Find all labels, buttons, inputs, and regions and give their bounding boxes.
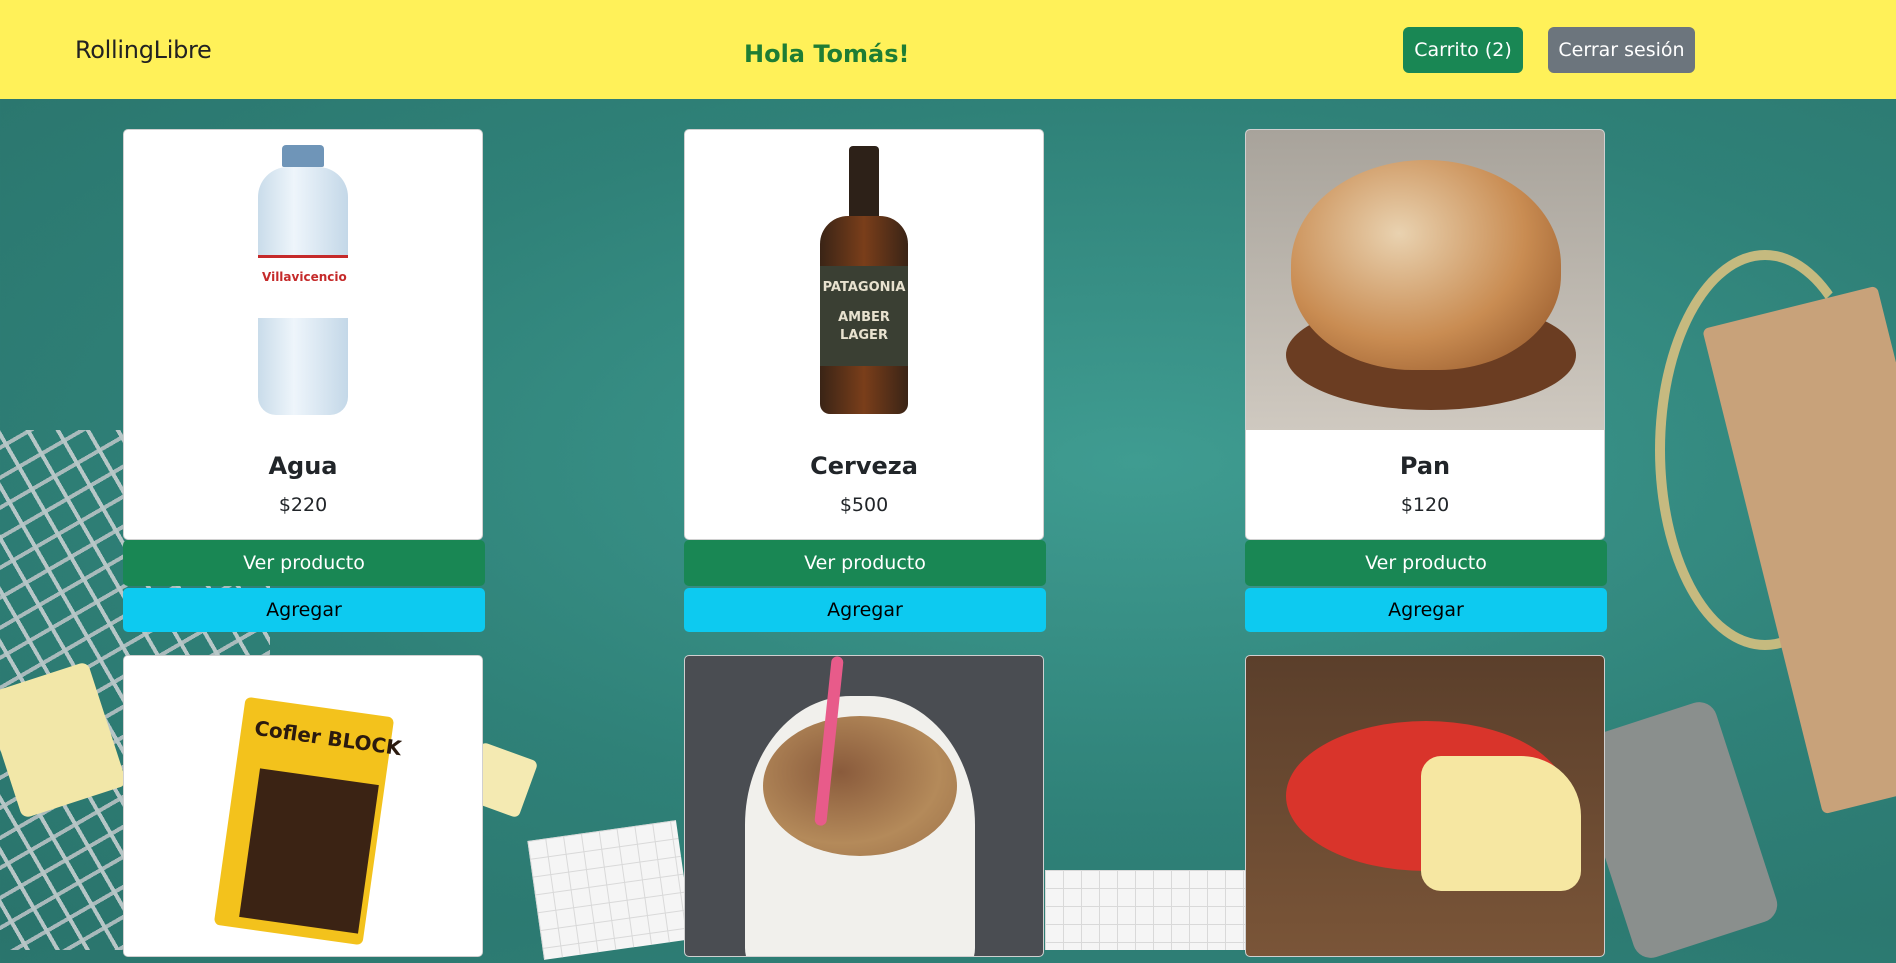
beer-label-line: PATAGONIA xyxy=(822,280,906,295)
water-brand-label: Villavicencio xyxy=(262,270,347,284)
brand-logo[interactable]: RollingLibre xyxy=(75,36,212,64)
product-card xyxy=(684,655,1044,957)
product-image xyxy=(1246,130,1604,430)
product-card-queso xyxy=(1245,655,1607,957)
beer-label-line: AMBER xyxy=(838,310,890,325)
product-card: Cofler BLOCK xyxy=(123,655,483,957)
beer-bottle-image: PATAGONIA AMBER LAGER xyxy=(820,146,908,414)
product-card-cerveza: PATAGONIA AMBER LAGER Cerveza $500 Ver p… xyxy=(684,129,1046,632)
user-greeting: Hola Tomás! xyxy=(744,40,910,68)
chocolate-image: Cofler BLOCK xyxy=(124,656,482,956)
product-card: Villavicencio Agua $220 xyxy=(123,129,483,540)
notebook-decoration xyxy=(1045,870,1245,950)
product-price: $120 xyxy=(1400,494,1450,516)
view-product-button[interactable]: Ver producto xyxy=(684,540,1046,586)
product-card: PATAGONIA AMBER LAGER Cerveza $500 xyxy=(684,129,1044,540)
product-card xyxy=(1245,655,1605,957)
view-product-button[interactable]: Ver producto xyxy=(1245,540,1607,586)
product-price: $500 xyxy=(839,494,889,516)
product-title: Agua xyxy=(268,452,338,480)
product-image xyxy=(1246,656,1604,956)
product-title: Cerveza xyxy=(810,452,918,480)
notebook-decoration xyxy=(527,820,693,960)
logout-button[interactable]: Cerrar sesión xyxy=(1548,27,1695,73)
add-to-cart-button[interactable]: Agregar xyxy=(123,588,485,632)
product-card: Pan $120 xyxy=(1245,129,1605,540)
product-image xyxy=(685,656,1043,956)
beer-label-line: LAGER xyxy=(840,328,888,343)
product-title: Pan xyxy=(1399,452,1451,480)
add-to-cart-button[interactable]: Agregar xyxy=(684,588,1046,632)
product-card-helado xyxy=(684,655,1046,957)
add-to-cart-button[interactable]: Agregar xyxy=(1245,588,1607,632)
view-product-button[interactable]: Ver producto xyxy=(123,540,485,586)
product-price: $220 xyxy=(278,494,328,516)
cart-button[interactable]: Carrito (2) xyxy=(1403,27,1523,73)
ice-cream-image xyxy=(685,656,1043,956)
water-bottle-image: Villavicencio xyxy=(258,145,348,415)
product-image: Cofler BLOCK xyxy=(124,656,482,956)
cheese-image xyxy=(1246,656,1604,956)
product-image: Villavicencio xyxy=(124,130,482,430)
product-card-pan: Pan $120 Ver producto Agregar xyxy=(1245,129,1607,632)
product-image: PATAGONIA AMBER LAGER xyxy=(685,130,1043,430)
product-card-agua: Villavicencio Agua $220 Ver producto Agr… xyxy=(123,129,485,632)
bread-image xyxy=(1246,130,1604,430)
product-card-chocolate: Cofler BLOCK xyxy=(123,655,485,957)
top-navbar: RollingLibre Hola Tomás! Carrito (2) Cer… xyxy=(0,0,1896,99)
